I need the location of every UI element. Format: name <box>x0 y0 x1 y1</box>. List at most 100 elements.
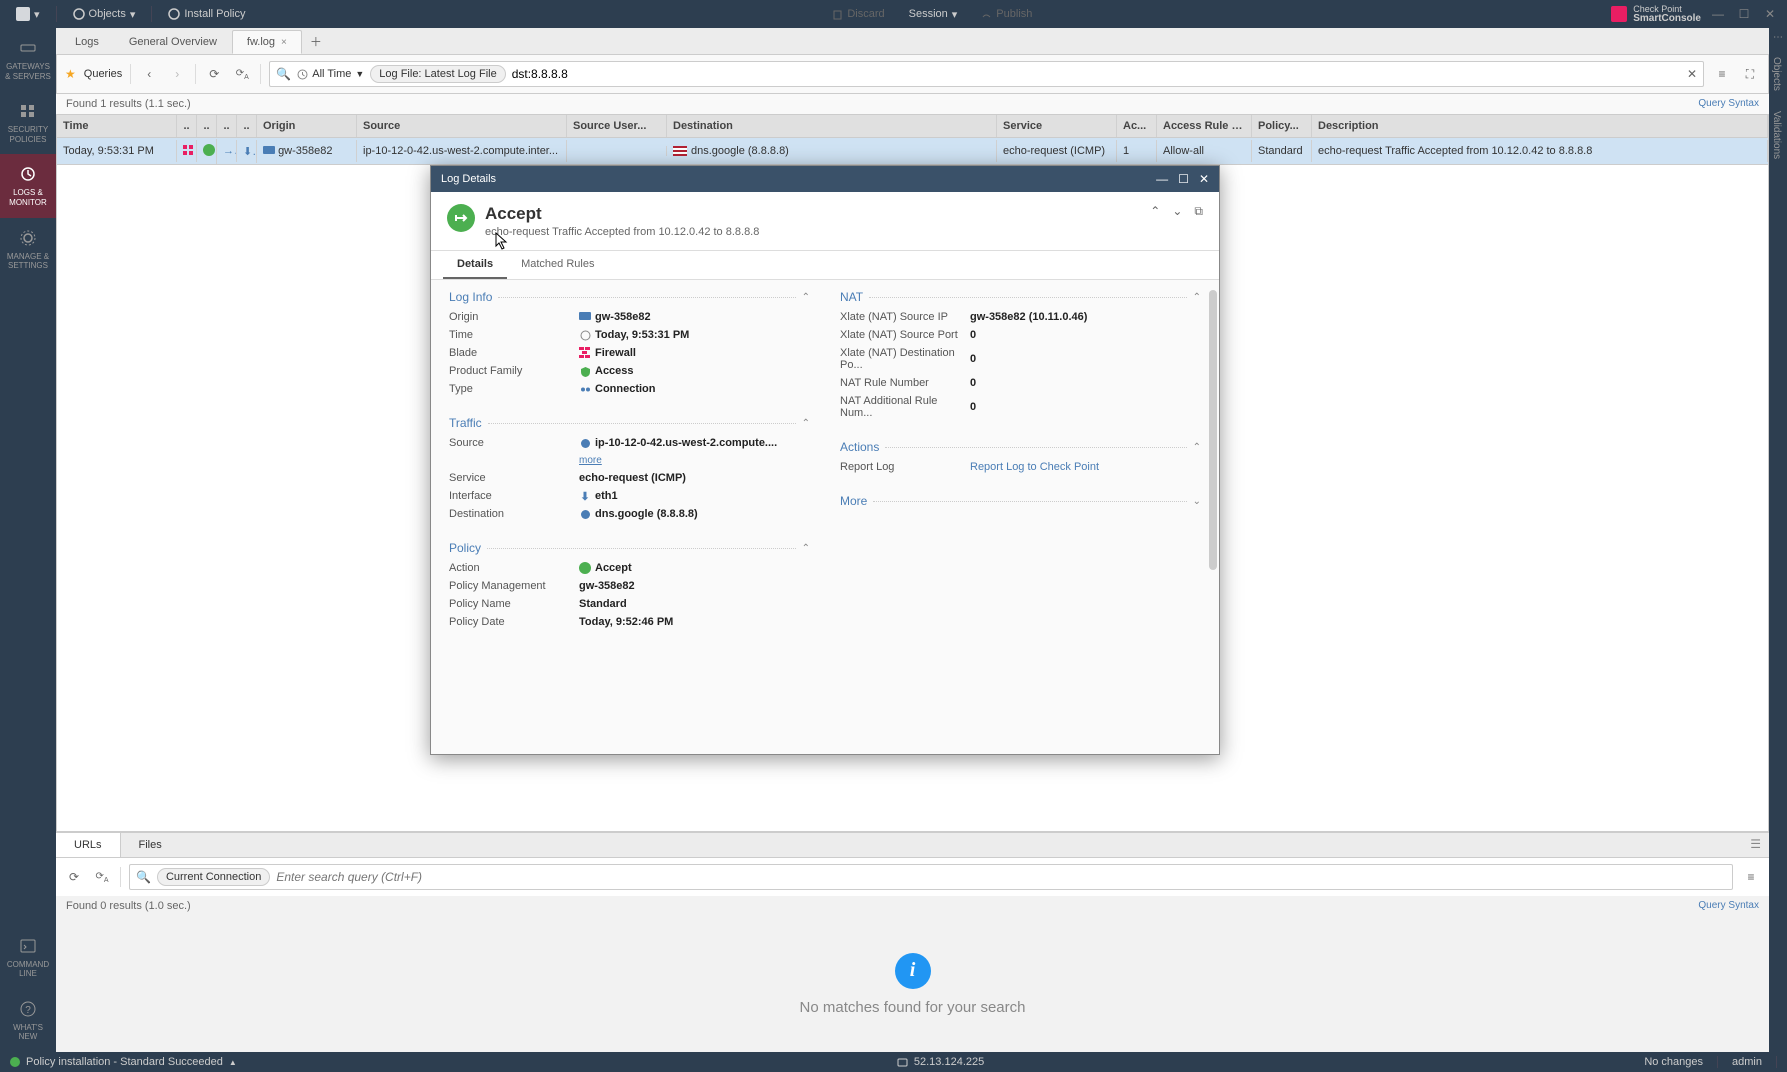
query-back-button[interactable]: ‹ <box>139 64 159 84</box>
bottom-list-button[interactable]: ≡ <box>1741 867 1761 887</box>
discard-icon <box>832 9 843 20</box>
session-menu[interactable]: Session ▾ <box>901 8 966 21</box>
window-maximize-button[interactable]: ☐ <box>1735 5 1753 23</box>
top-menu-bar: ▾ Objects ▾ Install Policy Discard Sessi… <box>0 0 1787 28</box>
dialog-scrollbar[interactable] <box>1209 290 1217 570</box>
query-forward-button[interactable]: › <box>167 64 187 84</box>
th-time[interactable]: Time <box>57 115 177 137</box>
bottom-panel-menu[interactable]: ☰ <box>1742 833 1769 857</box>
window-close-button[interactable]: ✕ <box>1761 5 1779 23</box>
chevron-down-icon[interactable]: ⌄ <box>1193 496 1201 507</box>
status-admin[interactable]: admin <box>1732 1056 1762 1068</box>
dialog-maximize-button[interactable]: ☐ <box>1178 172 1189 186</box>
th-policy[interactable]: Policy... <box>1252 115 1312 137</box>
log-file-chip[interactable]: Log File: Latest Log File <box>370 65 505 83</box>
status-server: 52.13.124.225 <box>914 1056 984 1068</box>
status-policy-text[interactable]: Policy installation - Standard Succeeded <box>26 1056 223 1068</box>
sidebar-command-line[interactable]: COMMAND LINE <box>0 926 56 989</box>
section-actions: Actions⌃ Report LogReport Log to Check P… <box>840 440 1201 476</box>
th-source[interactable]: Source <box>357 115 567 137</box>
cell-rule: Allow-all <box>1157 140 1252 162</box>
accept-action-icon <box>447 204 475 232</box>
right-panel-collapse[interactable]: ⋯ <box>1769 28 1787 47</box>
firewall-icon <box>579 347 591 359</box>
install-policy-button[interactable]: Install Policy <box>160 8 253 20</box>
cell-icon-arrow: → <box>217 140 237 162</box>
query-clear-button[interactable]: ✕ <box>1687 67 1697 81</box>
discard-button[interactable]: Discard <box>824 8 892 21</box>
bottom-query-syntax-link[interactable]: Query Syntax <box>1698 900 1759 912</box>
th-icon3[interactable]: .. <box>217 115 237 137</box>
right-tab-validations[interactable]: Validations <box>1769 101 1784 169</box>
queries-dropdown[interactable]: Queries <box>84 68 123 80</box>
right-tab-objects[interactable]: Objects <box>1769 47 1784 101</box>
chevron-up-icon[interactable]: ⌃ <box>802 543 810 554</box>
chevron-up-icon[interactable]: ⌃ <box>1193 442 1201 453</box>
left-sidebar: GATEWAYS & SERVERS SECURITY POLICIES LOG… <box>0 28 56 1052</box>
dialog-title-bar[interactable]: Log Details — ☐ ✕ <box>431 166 1219 192</box>
refresh-button[interactable]: ⟳ <box>204 64 224 84</box>
objects-menu[interactable]: Objects ▾ <box>65 8 144 21</box>
sidebar-security[interactable]: SECURITY POLICIES <box>0 91 56 154</box>
connection-icon <box>579 383 591 395</box>
sidebar-logs[interactable]: LOGS & MONITOR <box>0 154 56 217</box>
query-search-box: 🔍 All Time ▼ Log File: Latest Log File ✕ <box>269 61 1704 87</box>
th-service[interactable]: Service <box>997 115 1117 137</box>
bottom-auto-refresh-button[interactable]: ⟳A <box>92 867 112 887</box>
cell-icon-accept <box>197 139 217 164</box>
tab-close-icon[interactable]: × <box>281 37 287 48</box>
th-desc[interactable]: Description <box>1312 115 1768 137</box>
window-minimize-button[interactable]: — <box>1709 5 1727 23</box>
gateways-icon <box>18 38 38 58</box>
report-log-link[interactable]: Report Log to Check Point <box>970 461 1099 473</box>
app-menu-button[interactable]: ▾ <box>8 7 48 21</box>
chevron-up-icon[interactable]: ⌃ <box>802 418 810 429</box>
th-icon2[interactable]: .. <box>197 115 217 137</box>
access-icon <box>579 365 591 377</box>
th-ac[interactable]: Ac... <box>1117 115 1157 137</box>
sidebar-whats-new[interactable]: ? WHAT'S NEW <box>0 989 56 1052</box>
query-input[interactable] <box>512 67 1681 81</box>
tab-add-button[interactable]: ＋ <box>302 29 330 54</box>
sidebar-gateways[interactable]: GATEWAYS & SERVERS <box>0 28 56 91</box>
th-icon4[interactable]: .. <box>237 115 257 137</box>
tab-fwlog[interactable]: fw.log× <box>232 30 302 54</box>
bottom-tab-urls[interactable]: URLs <box>56 833 121 857</box>
section-traffic: Traffic⌃ Sourceip-10-12-0-42.us-west-2.c… <box>449 416 810 523</box>
publish-button[interactable]: Publish <box>973 8 1040 21</box>
th-origin[interactable]: Origin <box>257 115 357 137</box>
tab-overview[interactable]: General Overview <box>114 30 232 54</box>
bottom-tab-files[interactable]: Files <box>121 833 180 857</box>
dialog-next-button[interactable]: ⌄ <box>1172 204 1182 219</box>
time-filter-dropdown[interactable]: All Time ▼ <box>297 68 364 80</box>
checkpoint-icon <box>1611 6 1627 22</box>
table-row[interactable]: Today, 9:53:31 PM → ⬇ gw-358e82 ip-10-12… <box>57 138 1768 164</box>
gateway-icon <box>579 311 591 323</box>
th-icon1[interactable]: .. <box>177 115 197 137</box>
accept-icon <box>579 562 591 574</box>
publish-icon <box>981 9 992 20</box>
list-view-button[interactable]: ≡ <box>1712 64 1732 84</box>
th-destination[interactable]: Destination <box>667 115 997 137</box>
bottom-search-input[interactable] <box>276 870 1726 884</box>
dialog-minimize-button[interactable]: — <box>1156 172 1168 186</box>
dialog-prev-button[interactable]: ⌃ <box>1150 204 1160 219</box>
more-link[interactable]: more <box>579 455 602 466</box>
th-rule[interactable]: Access Rule N... <box>1157 115 1252 137</box>
connection-filter-chip[interactable]: Current Connection <box>157 868 270 886</box>
tab-logs[interactable]: Logs <box>60 30 114 54</box>
dialog-close-button[interactable]: ✕ <box>1199 172 1209 186</box>
sidebar-manage[interactable]: MANAGE & SETTINGS <box>0 218 56 281</box>
auto-refresh-button[interactable]: ⟳A <box>232 64 252 84</box>
bottom-refresh-button[interactable]: ⟳ <box>64 867 84 887</box>
th-source-user[interactable]: Source User... <box>567 115 667 137</box>
dialog-tab-details[interactable]: Details <box>443 251 507 279</box>
dialog-copy-button[interactable]: ⧉ <box>1194 204 1203 219</box>
brand-logo: Check Point SmartConsole <box>1611 5 1701 24</box>
dialog-tab-matched-rules[interactable]: Matched Rules <box>507 251 608 279</box>
dialog-body: Log Info⌃ Origingw-358e82 TimeToday, 9:5… <box>431 280 1219 754</box>
query-syntax-link[interactable]: Query Syntax <box>1698 98 1759 110</box>
expand-button[interactable]: ⛶ <box>1740 64 1760 84</box>
chevron-up-icon[interactable]: ⌃ <box>802 292 810 303</box>
chevron-up-icon[interactable]: ⌃ <box>1193 292 1201 303</box>
